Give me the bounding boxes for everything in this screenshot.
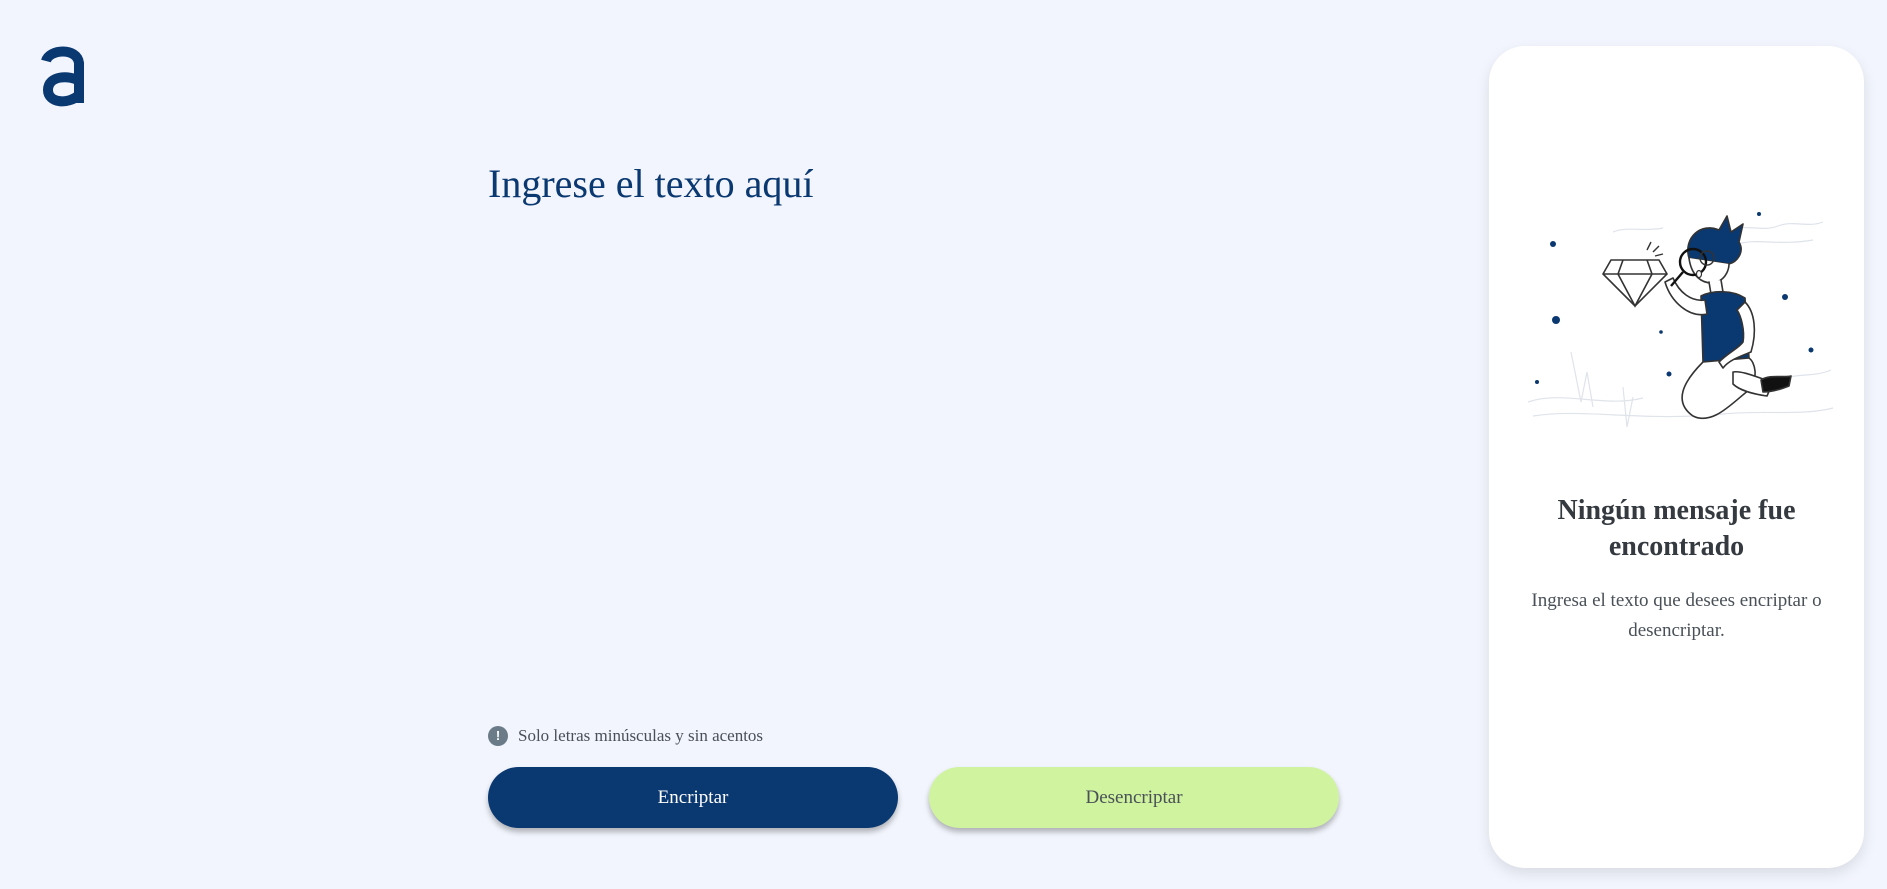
input-hint: ! Solo letras minúsculas y sin acentos: [488, 726, 763, 746]
alura-logo-icon: [41, 46, 84, 107]
main-section: ! Solo letras minúsculas y sin acentos E…: [488, 160, 1340, 840]
exclamation-circle-icon: !: [488, 726, 508, 746]
person-with-magnifying-glass-illustration: [1527, 212, 1834, 428]
text-input[interactable]: [488, 160, 1340, 700]
decrypt-button[interactable]: Desencriptar: [929, 767, 1339, 828]
output-panel: Ningún mensaje fue encontrado Ingresa el…: [1489, 46, 1864, 868]
page: ! Solo letras minúsculas y sin acentos E…: [0, 0, 1887, 889]
hint-text: Solo letras minúsculas y sin acentos: [518, 726, 764, 745]
empty-state-message: Ingresa el texto que desees encriptar o …: [1531, 590, 1822, 641]
empty-state-title: Ningún mensaje fue encontrado: [1557, 495, 1796, 562]
encrypt-button[interactable]: Encriptar: [488, 767, 898, 828]
